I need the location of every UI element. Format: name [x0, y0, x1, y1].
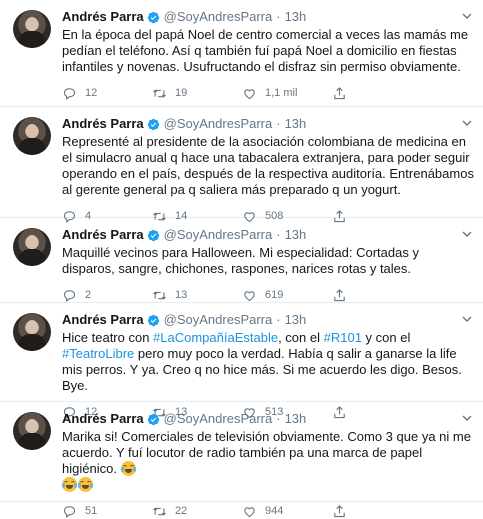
author-handle[interactable]: @SoyAndresParra [164, 410, 273, 428]
avatar[interactable] [13, 228, 51, 266]
like-count: 944 [265, 505, 284, 517]
share-button[interactable] [332, 504, 355, 519]
author-name[interactable]: Andrés Parra [62, 311, 144, 329]
author-handle[interactable]: @SoyAndresParra [164, 115, 273, 133]
retweet-count: 19 [175, 87, 188, 99]
reply-icon [63, 87, 76, 100]
heart-icon [244, 506, 255, 517]
tweet-timestamp[interactable]: 13h [285, 410, 307, 428]
heart-icon [244, 290, 255, 301]
reply-icon [63, 505, 76, 518]
like-button[interactable]: 1,1 mil [242, 86, 332, 101]
tweet-header: Andrés Parra @SoyAndresParra · 13h [62, 115, 475, 133]
reply-count: 51 [85, 505, 98, 517]
separator-dot: · [276, 312, 281, 327]
like-count: 1,1 mil [265, 87, 298, 99]
retweet-count: 13 [175, 289, 188, 301]
retweet-icon [153, 507, 166, 515]
tweet-header: Andrés Parra @SoyAndresParra · 13h [62, 410, 475, 428]
chevron-down-icon[interactable] [461, 117, 473, 129]
chevron-down-icon[interactable] [461, 412, 473, 424]
tweet-timestamp[interactable]: 13h [285, 311, 307, 329]
like-button[interactable]: 944 [242, 504, 332, 519]
tweet-header: Andrés Parra @SoyAndresParra · 13h [62, 311, 475, 329]
tweet-text-part: Representé al presidente de la asociació… [62, 134, 474, 197]
separator-dot: · [276, 411, 281, 426]
like-count: 619 [265, 289, 284, 301]
author-name[interactable]: Andrés Parra [62, 115, 144, 133]
reply-button[interactable]: 12 [62, 86, 152, 101]
tweet-text: Representé al presidente de la asociació… [62, 134, 475, 198]
reply-button[interactable]: 51 [62, 504, 152, 519]
tweet-actions: 12 19 1,1 mil [62, 85, 475, 101]
tweet-text: Marika si! Comerciales de televisión obv… [62, 429, 475, 493]
share-icon [334, 86, 345, 99]
tweet-text: En la época del papá Noel de centro come… [62, 27, 475, 75]
reply-count: 12 [85, 87, 98, 99]
share-button[interactable] [332, 288, 355, 303]
chevron-down-icon[interactable] [461, 228, 473, 240]
chevron-down-icon[interactable] [461, 10, 473, 22]
verified-badge-icon [147, 413, 159, 425]
avatar[interactable] [13, 313, 51, 351]
hashtag-link[interactable]: #R101 [324, 330, 362, 345]
tweet-header: Andrés Parra @SoyAndresParra · 13h [62, 8, 475, 26]
separator-dot: · [276, 9, 281, 24]
avatar[interactable] [13, 10, 51, 48]
separator-dot: · [276, 227, 281, 242]
tweet-text: Hice teatro con #LaCompañíaEstable, con … [62, 330, 475, 394]
tweet-text-part: Maquillé vecinos para Halloween. Mi espe… [62, 245, 419, 276]
separator-dot: · [276, 116, 281, 131]
reply-icon [63, 289, 76, 302]
author-handle[interactable]: @SoyAndresParra [164, 8, 273, 26]
reply-count: 2 [85, 289, 92, 301]
tweet-text-part: y con el [361, 330, 411, 345]
tweet[interactable]: Andrés Parra @SoyAndresParra · 13h Hice … [0, 303, 483, 419]
verified-badge-icon [147, 118, 159, 130]
verified-badge-icon [147, 314, 159, 326]
tweet[interactable]: Andrés Parra @SoyAndresParra · 13h Repre… [0, 107, 483, 223]
retweet-button[interactable]: 19 [152, 86, 242, 101]
author-name[interactable]: Andrés Parra [62, 8, 144, 26]
share-icon [334, 288, 345, 301]
tweet-feed: Andrés Parra @SoyAndresParra · 13h En la… [0, 0, 483, 518]
hashtag-link[interactable]: #TeatroLibre [62, 346, 134, 361]
tweet-timestamp[interactable]: 13h [285, 115, 307, 133]
tweet-header: Andrés Parra @SoyAndresParra · 13h [62, 226, 475, 244]
face-with-tears-of-joy-icon [120, 461, 136, 476]
retweet-icon [153, 89, 166, 97]
tweet-timestamp[interactable]: 13h [285, 8, 307, 26]
avatar[interactable] [13, 117, 51, 155]
hashtag-link[interactable]: #LaCompañíaEstable [153, 330, 278, 345]
chevron-down-icon[interactable] [461, 313, 473, 325]
retweet-count: 22 [175, 505, 188, 517]
tweet-text-part: Hice teatro con [62, 330, 154, 345]
retweet-button[interactable]: 22 [152, 504, 242, 519]
author-name[interactable]: Andrés Parra [62, 410, 144, 428]
verified-badge-icon [147, 11, 159, 23]
share-button[interactable] [332, 86, 355, 101]
tweet-text-part: , con el [278, 330, 324, 345]
tweet-actions: 2 13 619 [62, 287, 475, 303]
tweet-timestamp[interactable]: 13h [285, 226, 307, 244]
tweet-text: Maquillé vecinos para Halloween. Mi espe… [62, 245, 475, 277]
retweet-icon [153, 291, 166, 299]
reply-button[interactable]: 2 [62, 288, 152, 303]
share-icon [334, 504, 345, 517]
tweet-actions: 51 22 944 [62, 503, 475, 519]
tweet[interactable]: Andrés Parra @SoyAndresParra · 13h En la… [0, 0, 483, 107]
face-with-tears-of-joy-icon [78, 477, 93, 492]
tweet-text-part: En la época del papá Noel de centro come… [62, 27, 469, 74]
avatar[interactable] [13, 412, 51, 450]
author-handle[interactable]: @SoyAndresParra [164, 226, 273, 244]
face-with-tears-of-joy-icon [62, 477, 77, 492]
author-handle[interactable]: @SoyAndresParra [164, 311, 273, 329]
author-name[interactable]: Andrés Parra [62, 226, 144, 244]
verified-badge-icon [147, 229, 159, 241]
retweet-button[interactable]: 13 [152, 288, 242, 303]
heart-icon [244, 88, 255, 99]
tweet[interactable]: Andrés Parra @SoyAndresParra · 13h Maqui… [0, 218, 483, 303]
like-button[interactable]: 619 [242, 288, 332, 303]
tweet[interactable]: Andrés Parra @SoyAndresParra · 13h Marik… [0, 402, 483, 518]
